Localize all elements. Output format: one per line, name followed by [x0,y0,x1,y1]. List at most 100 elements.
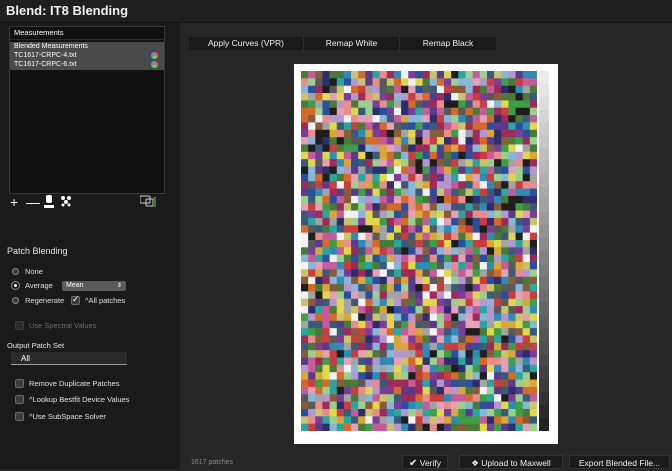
checkbox[interactable] [71,294,80,305]
remap-black-button[interactable]: Remap Black [400,37,496,50]
patch-cell [494,386,502,395]
cluster-icon[interactable] [60,195,72,209]
patch-cell [401,151,409,160]
settings-icon[interactable] [139,195,154,209]
patch-cell [486,247,495,255]
list-item[interactable]: TC1617-CRPC-4.txt [10,51,164,60]
instrument-icon[interactable] [44,195,54,209]
patch-cell [308,416,316,424]
patch-cell [351,386,359,395]
patch-cell [494,225,502,233]
remove-duplicates-checkbox[interactable]: Remove Duplicate Patches [15,377,119,389]
patch-cell [515,372,523,380]
patch-cell [329,269,338,278]
patch-cell [494,85,502,94]
measurement-label: TC1617-CRPC-4.txt [14,52,77,59]
patch-cell [358,298,366,307]
patch-cell [408,232,416,241]
patch-cell [494,195,502,204]
patch-cell [336,254,345,263]
patch-cell [479,93,488,101]
export-button[interactable]: Export Blended File... [569,455,670,469]
patch-cell [422,401,431,410]
patch-cell [393,416,402,424]
patch-cell [444,195,452,204]
list-item[interactable]: TC1617-CRPC-6.txt [10,60,164,69]
checkbox[interactable] [15,394,24,404]
patch-cell [479,107,488,116]
radio-regenerate[interactable]: Regenerate [12,294,64,306]
patch-cell [515,335,523,344]
list-item[interactable]: Blended Measurements [10,42,164,51]
checkbox[interactable] [15,320,24,330]
patch-cell [472,151,481,160]
patch-cell [336,173,345,182]
remap-white-button[interactable]: Remap White [304,37,400,50]
patch-cell [343,364,352,373]
patch-cell [393,210,402,219]
use-subspace-checkbox[interactable]: ^Use SubSpace Solver [15,410,106,422]
patch-cell [508,394,516,402]
patch-cell [465,320,473,329]
apply-curves-button[interactable]: Apply Curves (VPR) [189,37,304,50]
patch-cell [465,166,473,175]
patch-cell [522,254,531,263]
patch-cell [494,232,502,241]
lookup-bestfit-checkbox[interactable]: ^Lookup Bestfit Device Values [15,393,130,405]
measurements-list[interactable]: Blended Measurements TC1617-CRPC-4.txt T… [10,42,164,70]
patch-cell [301,78,309,86]
radio-button[interactable] [12,296,19,304]
patch-cell [515,239,523,248]
patch-cell [494,408,502,417]
patch-cell [472,137,481,145]
remove-icon[interactable]: — [26,195,40,209]
patch-cell [479,269,488,278]
patch-cell [501,247,509,255]
patch-cell [351,203,359,211]
radio-none[interactable]: None [12,265,43,277]
radio-button[interactable] [12,267,19,275]
radio-average[interactable]: Average [12,279,53,291]
patch-cell [301,85,309,94]
patch-cell [515,225,523,233]
patch-cell [508,93,516,101]
patch-cell [422,313,431,322]
patch-cell [479,320,488,329]
average-method-select[interactable]: Mean ⇕ [62,281,126,291]
patch-cell [508,166,516,175]
patch-cell [393,357,402,366]
patch-cell [465,416,473,424]
patch-cell [336,247,345,255]
add-icon[interactable]: + [10,195,18,209]
patch-cell [343,188,352,197]
verify-button[interactable]: ✔ Verify [402,455,448,469]
upload-button[interactable]: ❖ Upload to Maxwell [459,455,563,469]
checkbox[interactable] [15,411,24,421]
patch-cell [358,408,366,417]
output-patch-set-select[interactable]: All [11,352,127,365]
checkbox[interactable] [15,378,24,388]
patch-cell [508,188,516,197]
patch-cell [408,350,416,358]
all-patches-checkbox[interactable]: ^All patches [71,294,125,306]
measurements-list-box[interactable]: Measurements Blended Measurements TC1617… [9,26,165,194]
patch-cell [336,137,345,145]
patch-cell [465,335,473,344]
patch-cell [358,269,366,278]
patch-cell [436,298,445,307]
radio-button[interactable] [12,281,19,289]
patch-cell [322,269,330,278]
patch-cell [322,78,330,86]
patch-cell [315,188,323,197]
patch-cell [429,188,438,197]
patch-cell [422,291,431,300]
patch-cell [465,342,473,351]
patch-cell [529,306,537,314]
use-spectral-checkbox[interactable]: Use Spectral Values [15,319,96,331]
patch-cell [444,386,452,395]
patch-cell [386,122,395,131]
patch-cell [436,203,445,211]
patch-cell [386,269,395,278]
patch-cell [529,401,537,410]
patch-cell [436,151,445,160]
